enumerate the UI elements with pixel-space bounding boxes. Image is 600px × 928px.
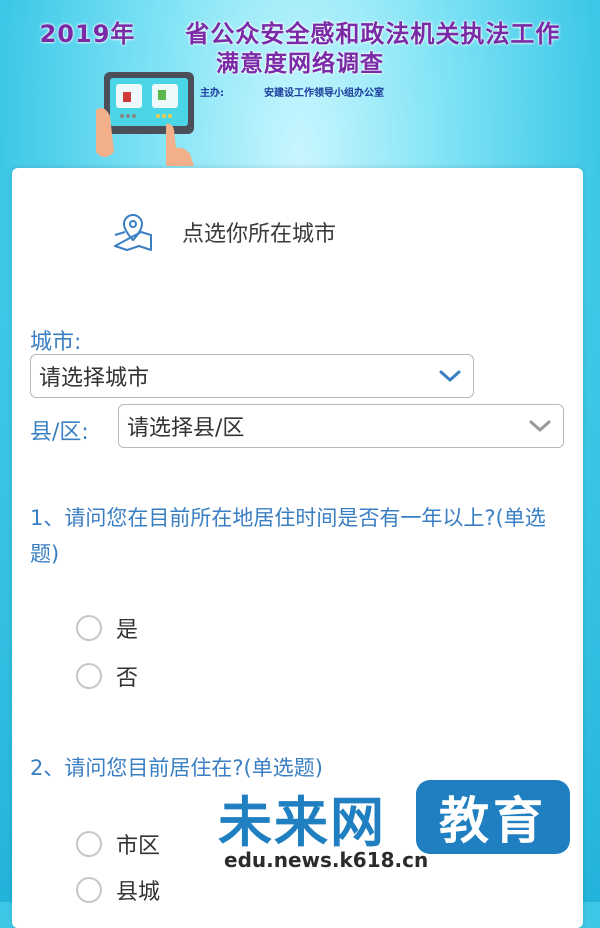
watermark: 未来网 教育 edu.news.k618.cn <box>218 778 588 898</box>
option-label: 是 <box>116 618 139 643</box>
q1-option-yes[interactable]: 是 <box>76 612 138 644</box>
q1-option-no[interactable]: 否 <box>76 660 138 692</box>
sponsor-text: 主办: 安建设工作领导小组办公室 <box>200 88 384 99</box>
watermark-logo-text: 未来网 <box>218 791 386 854</box>
city-heading: 点选你所在城市 <box>112 212 336 252</box>
city-label: 城市: <box>30 330 82 355</box>
chevron-down-icon <box>439 370 461 382</box>
district-label: 县/区: <box>30 420 89 445</box>
district-select-value: 请选择县/区 <box>127 416 245 441</box>
radio-button[interactable] <box>76 877 102 903</box>
district-select[interactable]: 请选择县/区 <box>118 404 564 448</box>
tablet-vote-illustration-icon <box>96 72 194 166</box>
map-pin-icon <box>114 213 152 251</box>
header-banner: 2019年 省公众安全感和政法机关执法工作 满意度网络调查 主办: 安建设工作领… <box>0 0 600 170</box>
city-select[interactable]: 请选择城市 <box>30 354 474 398</box>
option-label: 否 <box>116 666 139 691</box>
city-select-value: 请选择城市 <box>39 366 150 391</box>
option-label: 市区 <box>116 834 161 859</box>
radio-button[interactable] <box>76 615 102 641</box>
watermark-url: edu.news.k618.cn <box>224 848 429 872</box>
q2-option-county[interactable]: 县城 <box>76 874 160 906</box>
city-heading-text: 点选你所在城市 <box>182 222 337 247</box>
question-1: 1、请问您在目前所在地居住时间是否有一年以上?(单选题) <box>30 506 546 566</box>
chevron-down-icon <box>529 420 551 432</box>
option-label: 县城 <box>116 880 161 905</box>
q2-option-urban[interactable]: 市区 <box>76 828 160 860</box>
radio-button[interactable] <box>76 663 102 689</box>
radio-button[interactable] <box>76 831 102 857</box>
watermark-badge: 教育 <box>416 780 570 854</box>
survey-title-line2: 满意度网络调查 <box>216 51 384 77</box>
